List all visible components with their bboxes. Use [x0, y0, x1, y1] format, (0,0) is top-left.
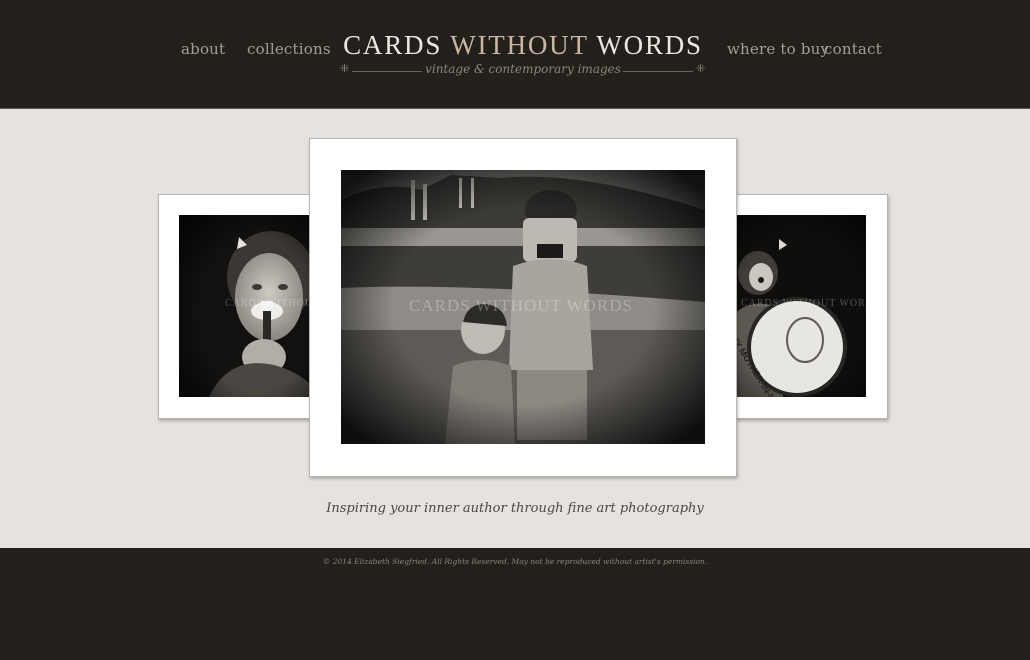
site-header: about collections CARDS WITHOUT WORDS ⁜ … [0, 0, 1030, 108]
watermark-center: CARDS WITHOUT WORDS [409, 296, 633, 315]
site-logo[interactable]: CARDS WITHOUT WORDS ⁜ vintage & contempo… [340, 30, 706, 82]
tagline: Inspiring your inner author through fine… [326, 501, 704, 516]
slide-right[interactable]: MY MOTHER-IN-LAW CARDS WITHOUT WORDS [712, 194, 888, 419]
ornament-right-icon: ⁜ [696, 63, 706, 75]
watermark-left: CARDS WITHOUT WORDS [225, 298, 319, 309]
slide-center[interactable]: CARDS WITHOUT WORDS [309, 138, 737, 477]
slide-left[interactable]: CARDS WITHOUT WORDS [158, 194, 320, 419]
logo-rule-right [623, 71, 693, 72]
nav-where-to-buy[interactable]: where to buy [727, 40, 829, 58]
nav-contact[interactable]: contact [824, 40, 882, 58]
logo-title: CARDS WITHOUT WORDS [343, 30, 703, 60]
photo-girls-binoculars: CARDS WITHOUT WORDS [341, 170, 705, 444]
copyright-footer: © 2014 Elizabeth Siegfried. All Rights R… [322, 557, 708, 566]
logo-subtitle: vintage & contemporary images [425, 62, 621, 76]
nav-about[interactable]: about [181, 40, 225, 58]
nav-collections[interactable]: collections [247, 40, 331, 58]
watermark-right: CARDS WITHOUT WORDS [741, 298, 866, 309]
photo-girl-toothbrush: CARDS WITHOUT WORDS [179, 215, 319, 397]
